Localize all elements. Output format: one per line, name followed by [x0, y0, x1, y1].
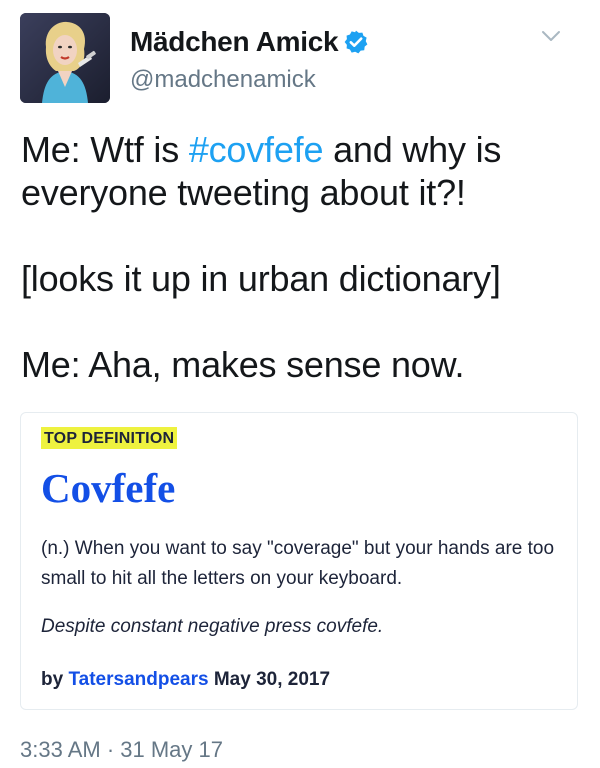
definition-example: Despite constant negative press covfefe.: [41, 616, 384, 637]
profile-photo-icon: [20, 13, 110, 103]
display-name[interactable]: Mädchen Amick: [130, 26, 339, 58]
tweet-timestamp[interactable]: 3:33 AM · 31 May 17: [20, 737, 223, 763]
verified-badge-icon: [344, 30, 368, 54]
tweet-line-1: Me: Wtf is #covfefe and why is everyone …: [21, 128, 581, 214]
user-handle[interactable]: @madchenamick: [130, 66, 316, 94]
urban-dictionary-card[interactable]: TOP DEFINITION Covfefe (n.) When you wan…: [20, 412, 578, 710]
definition-date: May 30, 2017: [213, 669, 331, 690]
definition-meaning: (n.) When you want to say "coverage" but…: [41, 538, 555, 589]
author-name-row[interactable]: Mädchen Amick: [130, 24, 369, 60]
avatar[interactable]: [20, 13, 110, 103]
top-definition-badge: TOP DEFINITION: [41, 427, 178, 449]
tweet-text: Me: Wtf is #covfefe and why is everyone …: [21, 128, 581, 386]
tweet-line-3: Me: Aha, makes sense now.: [21, 344, 465, 385]
definition-word[interactable]: Covfefe: [41, 464, 175, 512]
chevron-down-icon[interactable]: [539, 28, 563, 44]
tweet-line-1-prefix: Me: Wtf is: [21, 129, 189, 170]
by-label: by: [41, 669, 64, 690]
hashtag-link[interactable]: #covfefe: [189, 129, 324, 170]
definition-author-link[interactable]: Tatersandpears: [68, 669, 208, 690]
definition-byline: by Tatersandpears May 30, 2017: [41, 669, 330, 691]
tweet-line-2: [looks it up in urban dictionary]: [21, 258, 501, 299]
